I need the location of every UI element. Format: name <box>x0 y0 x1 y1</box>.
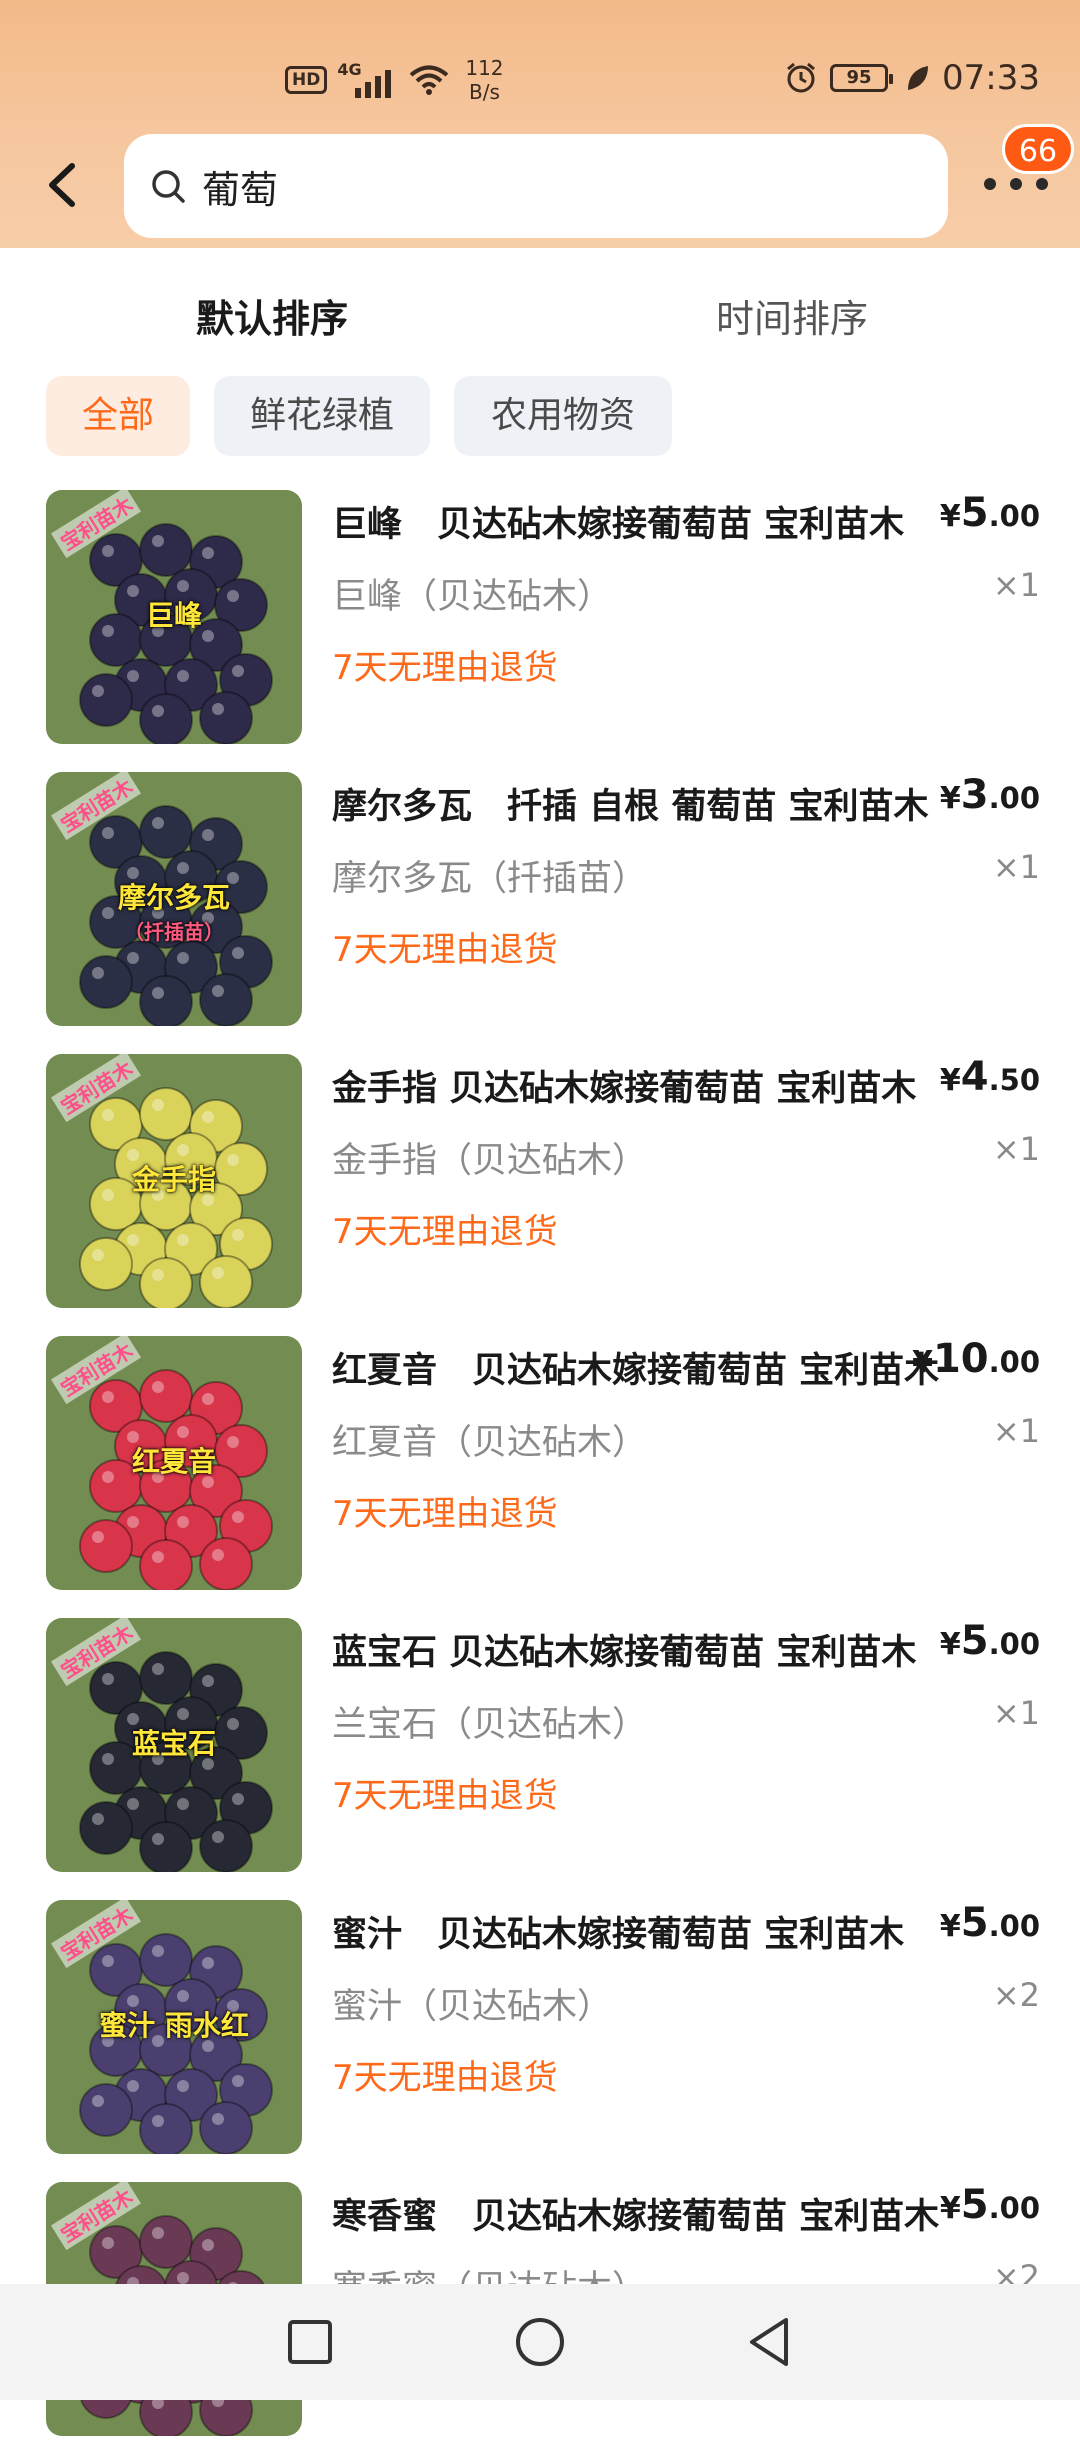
thumb-variety-label: 摩尔多瓦 （扦插苗） <box>117 881 230 944</box>
thumb-variety-label: 金手指 <box>131 1163 216 1196</box>
product-item[interactable]: 宝利苗木 巨峰 巨峰 贝达砧木嫁接葡萄苗 宝利苗木巨峰（贝达砧木） 7天无理由退货 ¥5… <box>0 490 1080 752</box>
product-quantity: ×1 <box>992 1694 1040 1732</box>
leaf-icon <box>908 66 929 90</box>
search-input[interactable]: 葡萄 <box>202 159 278 214</box>
product-price: ¥5.00 <box>939 1900 1040 1946</box>
wifi-icon <box>410 65 449 95</box>
status-right: 95 07:33 <box>784 58 1040 98</box>
product-thumbnail[interactable]: 宝利苗木 巨峰 <box>46 490 302 744</box>
clock: 07:33 <box>942 58 1040 98</box>
product-item[interactable]: 宝利苗木 红夏音 红夏音 贝达砧木嫁接葡萄苗 宝利苗木红夏音（贝达砧木） 7天无理由退… <box>0 1336 1080 1598</box>
alarm-icon <box>787 62 815 93</box>
back-button[interactable] <box>40 160 84 210</box>
product-thumbnail[interactable]: 宝利苗木 金手指 <box>46 1054 302 1308</box>
product-item[interactable]: 宝利苗木 蜜汁 雨水红 蜜汁 贝达砧木嫁接葡萄苗 宝利苗木蜜汁（贝达砧木） 7天无理由… <box>0 1900 1080 2162</box>
product-thumbnail[interactable]: 宝利苗木 摩尔多瓦 （扦插苗） <box>46 772 302 1026</box>
product-title[interactable]: 红夏音 贝达砧木嫁接葡萄苗 宝利苗木 <box>332 1342 942 1393</box>
signal-icon: 4G <box>337 60 399 98</box>
product-spec: 蜜汁（贝达砧木） <box>332 1987 613 2027</box>
product-item[interactable]: 宝利苗木 蓝宝石 蓝宝石 贝达砧木嫁接葡萄苗 宝利苗木兰宝石（贝达砧木） 7天无理由退… <box>0 1618 1080 1880</box>
product-item[interactable]: 宝利苗木 金手指 金手指 贝达砧木嫁接葡萄苗 宝利苗木金手指（贝达砧木） 7天无理由退… <box>0 1054 1080 1316</box>
back-nav-button[interactable] <box>740 2312 800 2372</box>
battery-icon: 95 <box>830 64 894 92</box>
header: HD 4G 112 B/s 95 07:33 葡萄 66 <box>0 0 1080 248</box>
system-nav-bar <box>0 2284 1080 2400</box>
product-title[interactable]: 寒香蜜 贝达砧木嫁接葡萄苗 宝利苗木 <box>332 2188 942 2239</box>
product-title[interactable]: 巨峰 贝达砧木嫁接葡萄苗 宝利苗木 <box>332 496 942 547</box>
filter-chip-all[interactable]: 全部 <box>46 376 190 456</box>
product-thumbnail[interactable]: 宝利苗木 蜜汁 雨水红 <box>46 1900 302 2154</box>
search-bar[interactable]: 葡萄 <box>124 134 948 238</box>
thumb-variety-label: 蓝宝石 <box>131 1727 216 1760</box>
product-quantity: ×1 <box>992 848 1040 886</box>
network-speed: 112 B/s <box>465 56 504 104</box>
refund-policy: 7天无理由退货 <box>332 2058 558 2098</box>
search-icon <box>152 170 185 203</box>
home-button[interactable] <box>510 2312 570 2372</box>
recents-button[interactable] <box>280 2312 340 2372</box>
thumb-variety-label: 蜜汁 雨水红 <box>99 2009 249 2042</box>
product-item[interactable]: 宝利苗木 摩尔多瓦 （扦插苗） 摩尔多瓦 扦插 自根 葡萄苗 宝利苗木摩尔多瓦（扦插苗… <box>0 772 1080 1034</box>
product-title[interactable]: 蜜汁 贝达砧木嫁接葡萄苗 宝利苗木 <box>332 1906 942 1957</box>
product-quantity: ×1 <box>992 1130 1040 1168</box>
product-price: ¥5.00 <box>939 2182 1040 2228</box>
status-bar: HD 4G 112 B/s 95 07:33 <box>0 0 1080 110</box>
product-price: ¥5.00 <box>939 490 1040 536</box>
refund-policy: 7天无理由退货 <box>332 648 558 688</box>
product-thumbnail[interactable]: 宝利苗木 蓝宝石 <box>46 1618 302 1872</box>
refund-policy: 7天无理由退货 <box>332 1212 558 1252</box>
filter-chip-flowers[interactable]: 鲜花绿植 <box>214 376 430 456</box>
product-quantity: ×1 <box>992 566 1040 604</box>
refund-policy: 7天无理由退货 <box>332 930 558 970</box>
hd-icon: HD <box>285 66 328 94</box>
product-spec: 巨峰（贝达砧木） <box>332 577 613 617</box>
product-spec: 金手指（贝达砧木） <box>332 1141 648 1181</box>
notification-badge: 66 <box>1002 124 1074 174</box>
product-title[interactable]: 摩尔多瓦 扦插 自根 葡萄苗 宝利苗木 <box>332 778 942 829</box>
refund-policy: 7天无理由退货 <box>332 1494 558 1534</box>
refund-policy: 7天无理由退货 <box>332 1776 558 1816</box>
product-price: ¥3.00 <box>939 772 1040 818</box>
product-spec: 红夏音（贝达砧木） <box>332 1423 648 1463</box>
status-icons: HD 4G 112 B/s <box>285 56 504 104</box>
product-price: ¥4.50 <box>939 1054 1040 1100</box>
thumb-variety-label: 红夏音 <box>131 1445 216 1478</box>
product-spec: 摩尔多瓦（扦插苗） <box>332 859 648 899</box>
product-title[interactable]: 蓝宝石 贝达砧木嫁接葡萄苗 宝利苗木 <box>332 1624 942 1675</box>
product-quantity: ×1 <box>992 1412 1040 1450</box>
product-price: ¥10.00 <box>912 1336 1040 1382</box>
filter-chip-agri-supplies[interactable]: 农用物资 <box>454 376 672 456</box>
tab-default-sort[interactable]: 默认排序 <box>196 288 348 343</box>
product-spec: 兰宝石（贝达砧木） <box>332 1705 648 1745</box>
product-quantity: ×2 <box>992 1976 1040 2014</box>
product-thumbnail[interactable]: 宝利苗木 红夏音 <box>46 1336 302 1590</box>
product-price: ¥5.00 <box>939 1618 1040 1664</box>
product-title[interactable]: 金手指 贝达砧木嫁接葡萄苗 宝利苗木 <box>332 1060 942 1111</box>
thumb-variety-label: 巨峰 <box>145 599 202 632</box>
tab-time-sort[interactable]: 时间排序 <box>716 288 868 343</box>
